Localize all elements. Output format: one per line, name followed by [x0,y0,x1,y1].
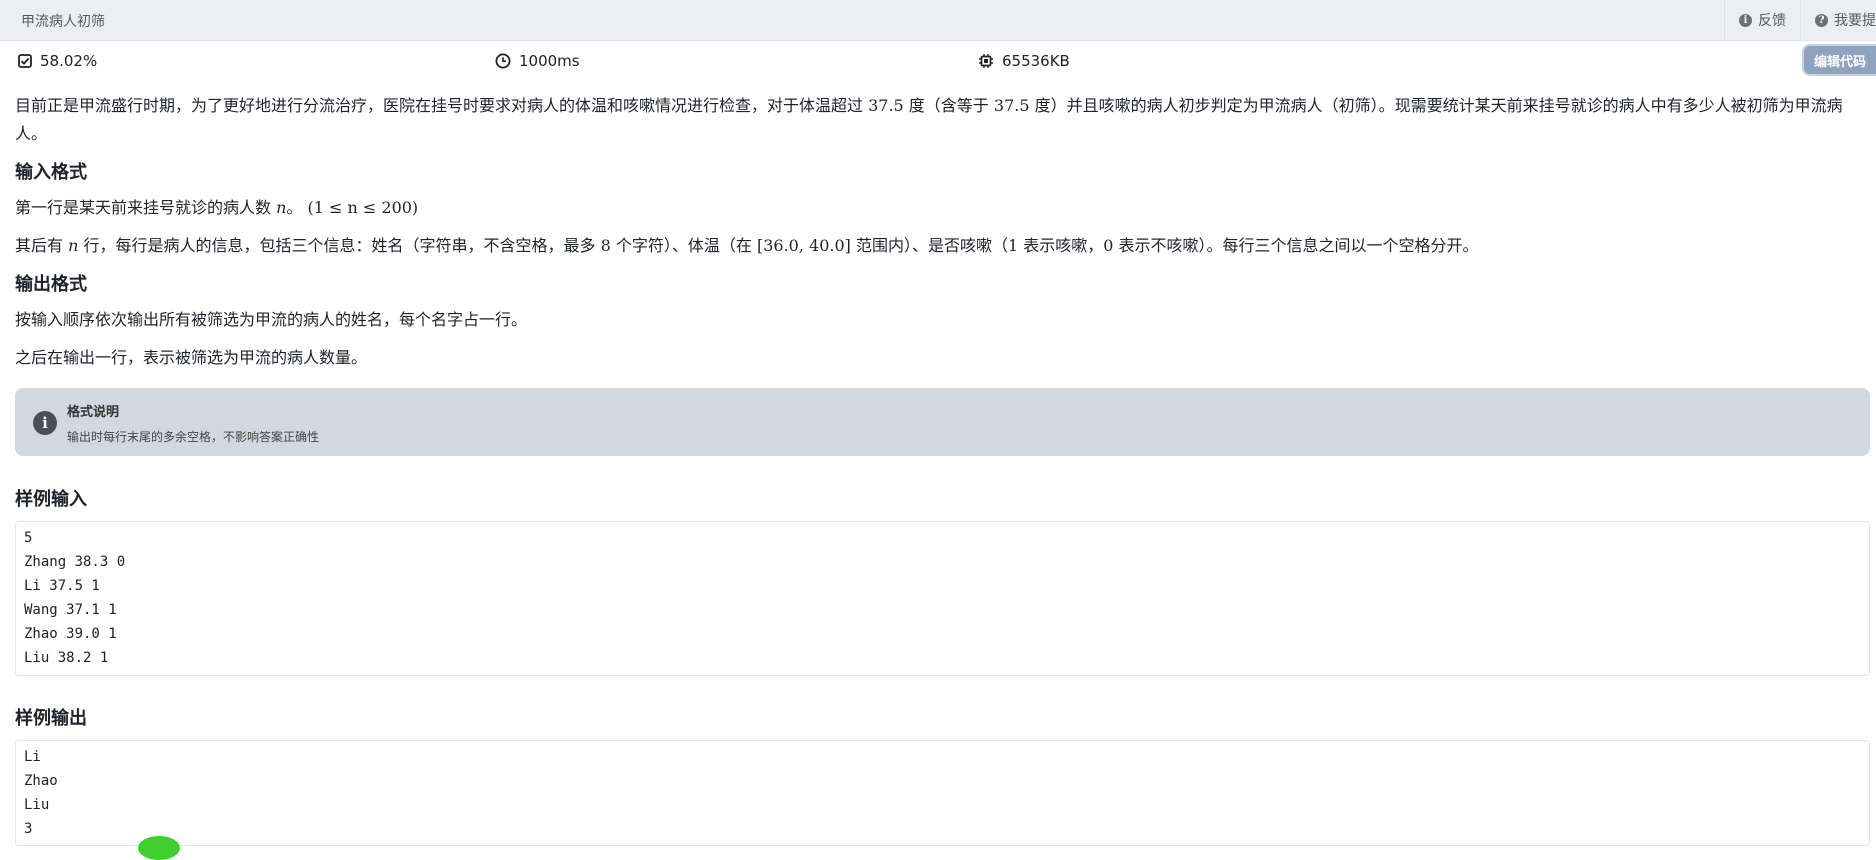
chip-icon [979,54,993,68]
floating-widget[interactable] [138,836,180,860]
input-line-2-d: 范围内）、是否咳嗽（ [850,236,1008,255]
pass-rate: 58.02% [40,52,98,70]
sample-output-line: Li [24,749,41,765]
sample-input-line: Wang 37.1 1 [24,602,117,618]
cough-yes-value: 1 [1007,236,1019,255]
sample-input-line: Zhao 39.0 1 [24,626,117,642]
input-line-2-b: 行，每行是病人的信息，包括三个信息：姓名（字符串，不含空格，最多 [78,236,601,255]
feedback-label: 反馈 [1758,13,1786,29]
sample-input-heading: 样例输入 [15,489,87,510]
sample-output-block[interactable]: Li Zhao Liu 3 [15,740,1870,846]
temperature-range: [36.0, 40.0] [756,236,851,255]
edit-code-button[interactable]: 编辑代码 [1804,46,1876,74]
format-note-text: 输出时每行末尾的多余空格，不影响答案正确性 [67,430,320,444]
problem-title: 甲流病人初筛 [21,14,105,30]
sample-input-line: Liu 38.2 1 [24,650,109,666]
checkbox-checked-icon [18,54,32,68]
feedback-button[interactable]: i 反馈 [1724,0,1800,40]
sample-output-heading: 样例输出 [15,708,87,729]
cough-no-value: 0 [1103,236,1114,255]
sample-output-line: Liu [24,797,50,813]
output-line-2: 之后在输出一行，表示被筛选为甲流的病人数量。 [15,348,368,367]
sample-input-block[interactable]: 5 Zhang 38.3 0 Li 37.5 1 Wang 37.1 1 Zha… [15,521,1870,676]
sample-input-line: Zhang 38.3 0 [24,554,126,570]
sample-input-line: 5 [24,530,33,546]
input-line-1-sep: 。 [286,198,308,217]
top-actions: i 反馈 ? 我要提 [1724,0,1876,40]
info-icon: i [1739,13,1752,27]
info-icon: i [33,411,57,435]
n-variable-2: n [68,236,79,255]
memory-limit-stat: 65536KB [978,52,1070,70]
temperature-threshold-2: 37.5 [993,96,1030,115]
question-icon: ? [1815,13,1828,27]
input-line-2-a: 其后有 [15,236,69,255]
description-text-2: 度（含等于 [903,96,994,115]
input-format-heading: 输入格式 [15,162,87,183]
input-line-2-f: 表示不咳嗽）。每行三个信息之间以一个空格分开。 [1113,236,1479,255]
help-button[interactable]: ? 我要提 [1800,0,1876,40]
temperature-threshold: 37.5 [868,96,904,115]
output-format-heading: 输出格式 [15,274,87,295]
problem-stats: 58.02% 1000ms 65536KB [0,52,1876,76]
sample-output-line: Zhao [24,773,58,789]
pass-rate-stat: 58.02% [18,52,97,70]
input-line-2-c: 个字符）、体温（在 [610,236,757,255]
n-range: (1 ≤ n ≤ 200) [307,198,419,217]
description-text-1: 目前正是甲流盛行时期，为了更好地进行分流治疗，医院在挂号时要求对病人的体温和咳嗽… [15,96,869,115]
problem-description: 目前正是甲流盛行时期，为了更好地进行分流治疗，医院在挂号时要求对病人的体温和咳嗽… [15,92,1870,148]
description-text-3: 度）并且咳嗽的病人初步判定为甲流病人（初筛）。现需要统计某天前来挂号就诊的病人中… [1029,96,1843,115]
n-variable: n [276,198,287,217]
clock-icon [495,53,511,69]
max-name-length: 8 [600,236,611,255]
input-line-2: 其后有 n 行，每行是病人的信息，包括三个信息：姓名（字符串，不含空格，最多 8… [15,232,1870,260]
format-note: i 格式说明 输出时每行末尾的多余空格，不影响答案正确性 [15,388,1870,456]
output-line-1: 按输入顺序依次输出所有被筛选为甲流的病人的姓名，每个名字占一行。 [15,310,528,329]
top-bar: 甲流病人初筛 i 反馈 ? 我要提 [0,0,1876,41]
input-line-1-text: 第一行是某天前来挂号就诊的病人数 [15,198,277,217]
description-text-4: 人。 [15,124,48,143]
input-line-2-e: 表示咳嗽， [1018,236,1104,255]
help-label: 我要提 [1834,13,1876,29]
problem-content: 目前正是甲流盛行时期，为了更好地进行分流治疗，医院在挂号时要求对病人的体温和咳嗽… [15,92,1870,372]
input-line-1: 第一行是某天前来挂号就诊的病人数 n。 (1 ≤ n ≤ 200) [15,194,1870,222]
time-limit: 1000ms [519,52,580,70]
memory-limit: 65536KB [1002,52,1070,70]
time-limit-stat: 1000ms [495,52,580,70]
sample-input-line: Li 37.5 1 [24,578,100,594]
format-note-title: 格式说明 [67,405,120,420]
sample-output-line: 3 [24,821,33,837]
